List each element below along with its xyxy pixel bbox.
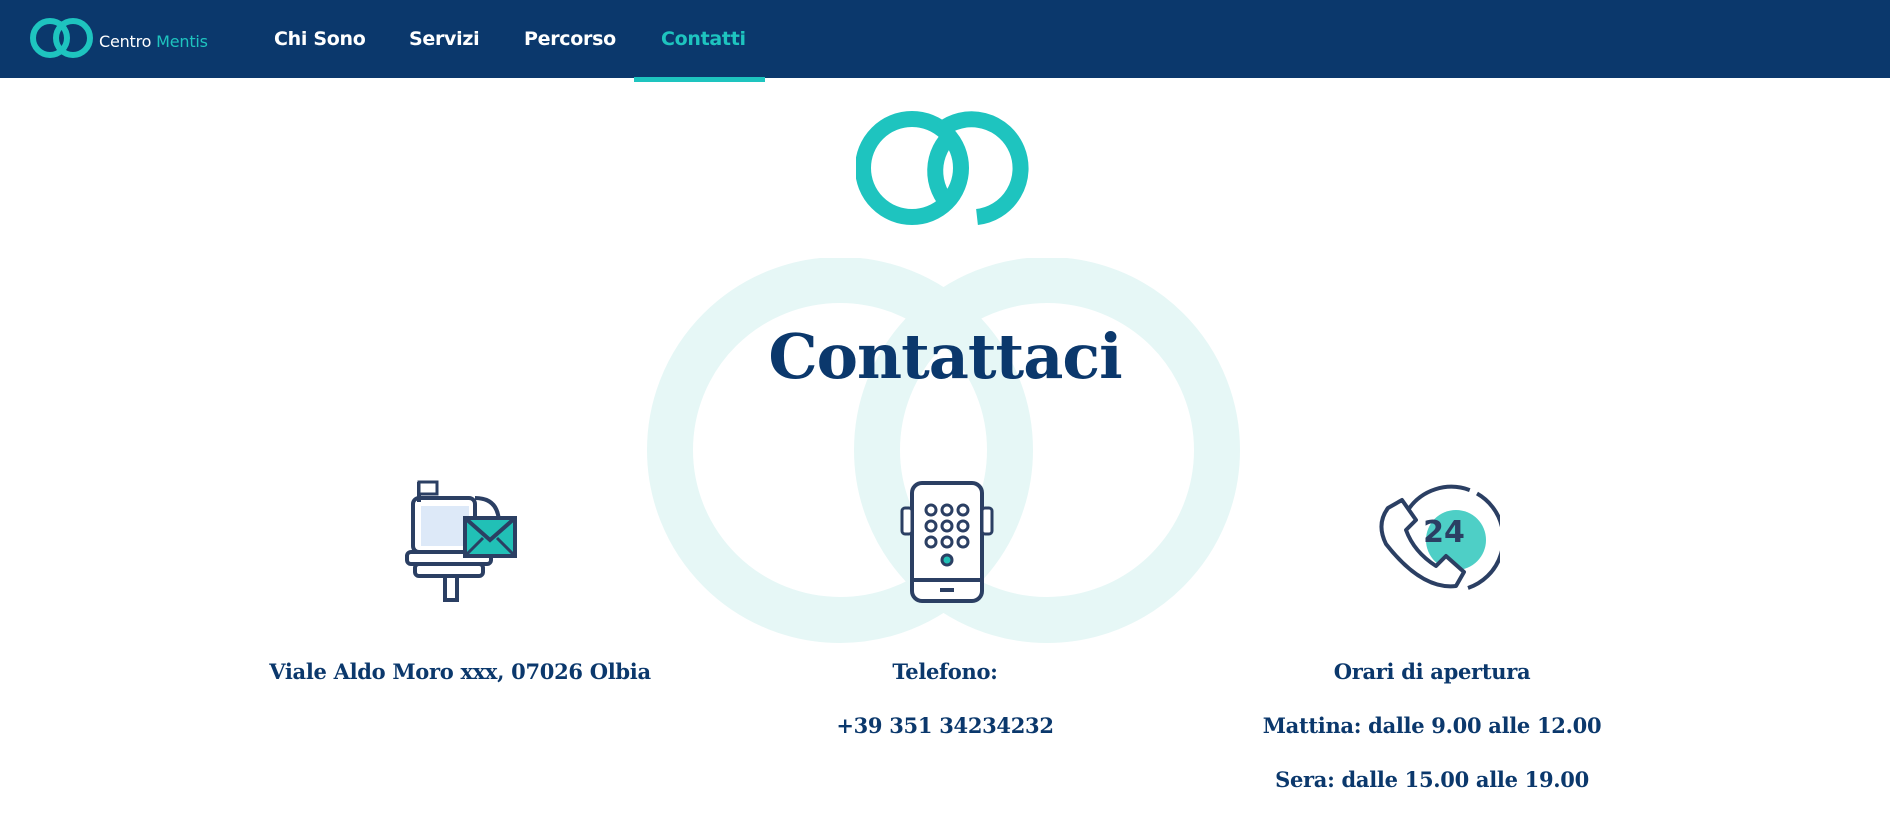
- phone-number[interactable]: +39 351 34234232: [795, 713, 1095, 738]
- phone-label: Telefono:: [892, 659, 998, 684]
- hours-label: Orari di apertura: [1333, 659, 1531, 684]
- mailbox-icon: [405, 480, 517, 602]
- hero-rings-icon: [856, 111, 1029, 225]
- 24h-phone-support-icon: 24: [1379, 484, 1500, 590]
- nav-servizi[interactable]: Servizi: [409, 0, 480, 78]
- nav-contatti[interactable]: Contatti: [661, 0, 746, 78]
- address-text: Viale Aldo Moro xxx, 07026 Olbia: [269, 659, 651, 684]
- hours-morning: Mattina: dalle 9.00 alle 12.00: [1262, 713, 1602, 738]
- active-tab-indicator: [634, 77, 765, 82]
- top-navbar: Centro Mentis Chi Sono Servizi Percorso …: [0, 0, 1890, 82]
- svg-text:24: 24: [1423, 515, 1465, 550]
- hours-evening: Sera: dalle 15.00 alle 19.00: [1275, 767, 1589, 792]
- mobile-phone-icon: [900, 481, 994, 603]
- brand-name: Centro Mentis: [99, 31, 208, 51]
- interlocking-rings-icon: [30, 18, 93, 58]
- nav-chi-sono[interactable]: Chi Sono: [274, 0, 366, 78]
- nav-percorso[interactable]: Percorso: [524, 0, 616, 78]
- page-title: Contattaci: [768, 320, 1122, 393]
- brand-logo-link[interactable]: Centro Mentis: [27, 14, 208, 62]
